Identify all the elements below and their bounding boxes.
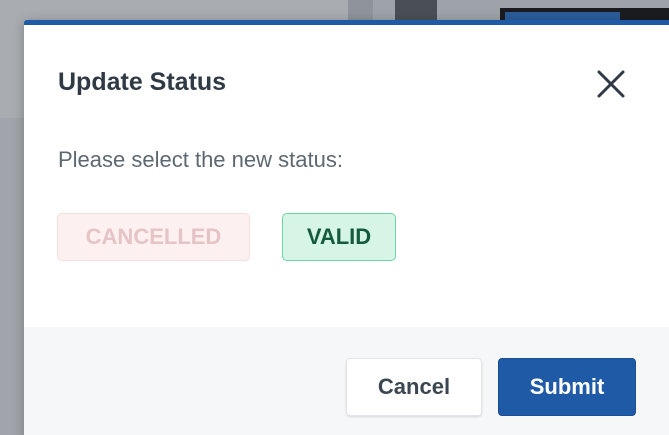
dialog-footer: Cancel Submit — [24, 327, 669, 435]
dialog-title: Update Status — [58, 68, 227, 96]
status-option-cancelled[interactable]: CANCELLED — [57, 213, 250, 261]
update-status-dialog: Update Status Please select the new stat… — [24, 20, 669, 435]
status-option-valid[interactable]: VALID — [282, 213, 396, 261]
submit-button[interactable]: Submit — [498, 358, 636, 416]
status-prompt: Please select the new status: — [58, 147, 343, 172]
cancel-button[interactable]: Cancel — [346, 358, 482, 416]
background-panel — [0, 118, 24, 435]
close-icon — [597, 70, 625, 98]
dialog-header: Update Status — [24, 25, 669, 125]
close-button[interactable] — [595, 68, 627, 100]
